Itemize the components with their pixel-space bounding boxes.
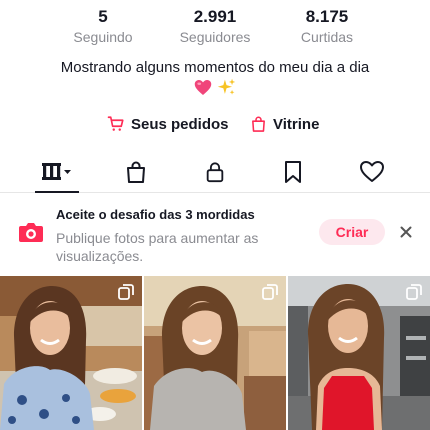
multi-photo-icon	[262, 284, 278, 300]
grid-tile-kitchen-selfie[interactable]	[0, 276, 142, 430]
profile-tabs	[0, 152, 430, 193]
profile-stats: 5 Seguindo 2.991 Seguidores 8.175 Curtid…	[0, 6, 430, 48]
showcase-link[interactable]: Vitrine	[250, 112, 319, 136]
multi-photo-icon	[118, 284, 134, 300]
grid-tile-living-room-selfie[interactable]	[144, 276, 286, 430]
challenge-banner: Aceite o desafio das 3 mordidas Publique…	[0, 196, 430, 272]
showcase-label: Vitrine	[273, 115, 320, 133]
profile-bio: Mostrando alguns momentos do meu dia a d…	[60, 59, 370, 76]
grid-icon	[42, 163, 71, 180]
likes-label: Curtidas	[300, 29, 354, 45]
multi-photo-icon	[406, 284, 422, 300]
grid-tile-gym-selfie[interactable]	[288, 276, 430, 430]
orders-link[interactable]: Seus pedidos	[107, 112, 229, 136]
heart-emoji	[195, 80, 212, 95]
stat-likes[interactable]: 8.175 Curtidas	[272, 6, 382, 46]
shopping-bag-icon	[252, 116, 265, 132]
camera-icon	[19, 223, 43, 242]
heart-outline-icon	[360, 161, 384, 182]
followers-label: Seguidores	[179, 29, 251, 45]
stat-following[interactable]: 5 Seguindo	[48, 6, 158, 46]
likes-count: 8.175	[305, 7, 349, 26]
video-grid	[0, 276, 430, 430]
close-icon[interactable]	[398, 224, 414, 240]
profile-links: Seus pedidos Vitrine	[0, 112, 430, 136]
tab-liked[interactable]	[347, 152, 397, 192]
bookmark-icon	[285, 161, 301, 183]
tab-saved[interactable]	[268, 152, 318, 192]
sparkles-emoji	[217, 78, 235, 95]
tab-private[interactable]	[190, 152, 240, 192]
tab-shop[interactable]	[111, 152, 161, 192]
challenge-title: Aceite o desafio das 3 mordidas	[56, 207, 255, 222]
shopping-bag-icon	[127, 161, 145, 183]
following-label: Seguindo	[73, 29, 133, 45]
orders-label: Seus pedidos	[131, 115, 229, 133]
tab-videos-grid[interactable]	[32, 152, 82, 193]
lock-icon	[206, 162, 224, 183]
followers-count: 2.991	[193, 7, 237, 26]
following-count: 5	[98, 7, 108, 26]
shopping-cart-icon	[107, 116, 124, 131]
create-button[interactable]: Criar	[319, 219, 385, 245]
challenge-description: Publique fotos para aumentar as visualiz…	[56, 230, 259, 264]
bio-emojis	[0, 78, 430, 98]
stat-followers[interactable]: 2.991 Seguidores	[160, 6, 270, 46]
